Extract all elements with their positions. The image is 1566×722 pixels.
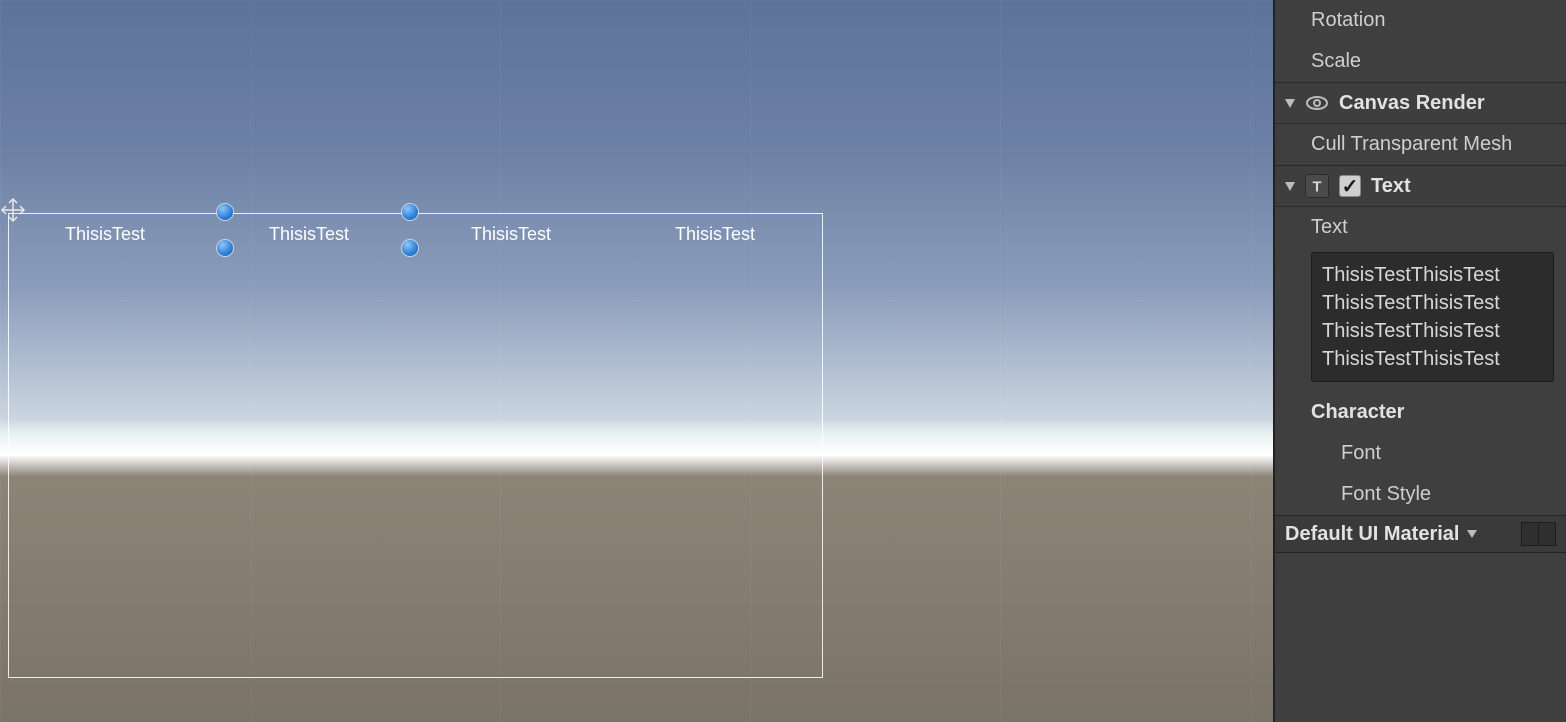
character-section-label: Character — [1275, 392, 1566, 433]
scene-viewport[interactable]: ThisisTest ThisisTest ThisisTest ThisisT… — [0, 0, 1273, 722]
scale-label[interactable]: Scale — [1275, 41, 1566, 82]
text-line: ThisisTestThisisTest — [1322, 261, 1543, 289]
inspector-panel: Rotation Scale Canvas Render Cull Transp… — [1273, 0, 1566, 722]
text-field-label: Text — [1275, 207, 1566, 248]
material-header[interactable]: Default UI Material — [1275, 515, 1566, 553]
text-line: ThisisTestThisisTest — [1322, 345, 1543, 373]
text-input[interactable]: ThisisTestThisisTest ThisisTestThisisTes… — [1311, 252, 1554, 382]
font-style-label[interactable]: Font Style — [1275, 474, 1566, 515]
move-gizmo-icon — [0, 195, 28, 225]
text-component-icon: T — [1305, 174, 1329, 198]
material-tab[interactable] — [1538, 522, 1556, 546]
text-component-title: Text — [1371, 175, 1411, 198]
resize-handle-bottom-left[interactable] — [217, 240, 233, 256]
text-enabled-checkbox[interactable]: ✓ — [1339, 175, 1361, 197]
text-component-header[interactable]: T ✓ Text — [1275, 165, 1566, 207]
canvas-bounds[interactable]: ThisisTest ThisisTest ThisisTest ThisisT… — [8, 213, 823, 678]
resize-handle-bottom-right[interactable] — [402, 240, 418, 256]
visibility-icon[interactable] — [1305, 91, 1329, 115]
rect-transform-handles[interactable] — [225, 212, 410, 248]
font-label[interactable]: Font — [1275, 433, 1566, 474]
canvas-text[interactable]: ThisisTest — [471, 224, 551, 245]
rotation-label[interactable]: Rotation — [1275, 0, 1566, 41]
foldout-icon — [1285, 182, 1295, 191]
canvas-renderer-title: Canvas Render — [1339, 92, 1485, 115]
text-line: ThisisTestThisisTest — [1322, 289, 1543, 317]
foldout-icon — [1285, 99, 1295, 108]
dropdown-icon — [1467, 530, 1477, 538]
canvas-renderer-header[interactable]: Canvas Render — [1275, 82, 1566, 124]
text-line: ThisisTestThisisTest — [1322, 317, 1543, 345]
canvas-text[interactable]: ThisisTest — [675, 224, 755, 245]
canvas-text-selected[interactable]: ThisisTest — [269, 224, 349, 245]
material-tab[interactable] — [1521, 522, 1539, 546]
resize-handle-top-right[interactable] — [402, 204, 418, 220]
resize-handle-top-left[interactable] — [217, 204, 233, 220]
material-title: Default UI Material — [1285, 523, 1459, 546]
svg-text:T: T — [1313, 180, 1322, 196]
cull-transparent-mesh-label[interactable]: Cull Transparent Mesh — [1275, 124, 1566, 165]
canvas-text[interactable]: ThisisTest — [65, 224, 145, 245]
